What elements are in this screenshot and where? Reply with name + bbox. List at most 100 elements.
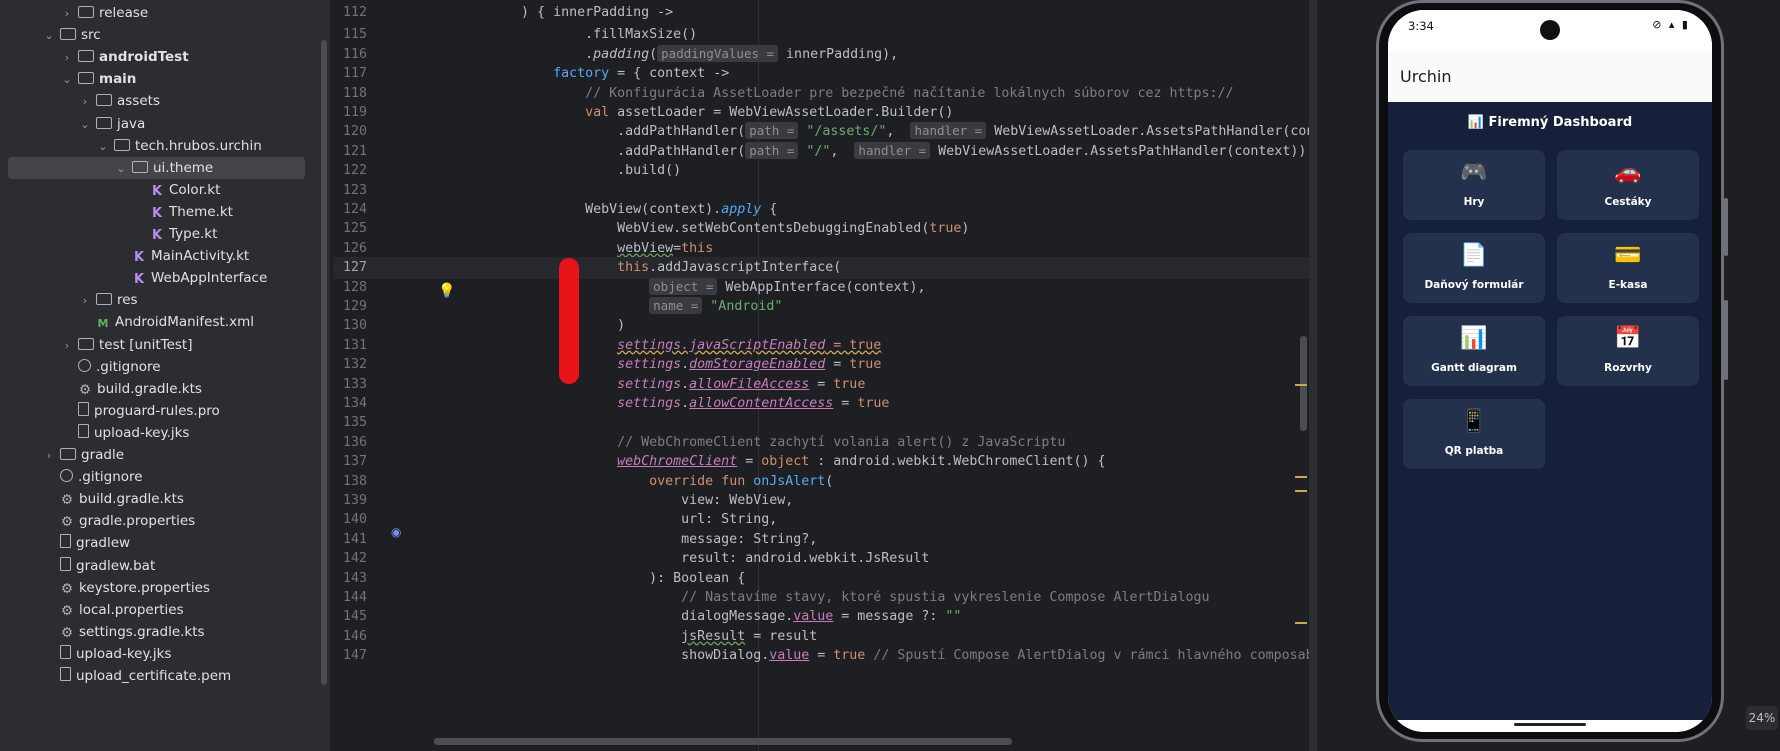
dashboard-card[interactable]: 📅 Rozvrhy [1557,316,1699,386]
tree-item[interactable]: ⚙ settings.gradle.kts [0,621,205,643]
dashboard-card[interactable]: 📄 Daňový formulár [1403,233,1545,303]
project-tree-scrollbar[interactable] [321,40,327,685]
chevron-right-icon[interactable]: › [78,290,92,312]
tree-item[interactable]: upload_certificate.pem [0,665,231,687]
tree-item[interactable]: upload-key.jks [0,643,171,665]
tree-item[interactable]: gradlew.bat [0,555,155,577]
card-label: Gantt diagram [1431,362,1517,374]
code-token: padding [593,46,650,62]
chevron-right-icon[interactable]: › [60,47,74,69]
chevron-right-icon[interactable]: › [60,335,74,357]
tree-item[interactable]: proguard-rules.pro [0,400,220,422]
tree-item[interactable]: upload-key.jks [0,422,189,444]
code-token: = result [745,628,818,644]
tree-item[interactable]: gradlew [0,532,130,554]
tree-item[interactable]: ⚙ keystore.properties [0,577,210,599]
tree-item[interactable]: ⚙ build.gradle.kts [0,488,184,510]
tree-item[interactable]: K MainActivity.kt [0,245,249,267]
tree-item[interactable]: ⌄ tech.hrubos.urchin [0,135,261,158]
tree-item[interactable]: ⌄ java [0,113,145,135]
tree-item[interactable]: ⚙ build.gradle.kts [0,378,202,400]
tree-item[interactable]: K Color.kt [0,179,220,201]
code-editor[interactable]: 112 ) { innerPadding -> 115 .fillMaxSize(… [333,0,1362,751]
tree-item[interactable]: M AndroidManifest.xml [0,311,254,333]
tree-item-label: build.gradle.kts [79,491,184,508]
phone-volume-button[interactable] [1724,198,1728,256]
gesture-bar [1388,720,1712,732]
tree-item[interactable]: ⌄ src [0,24,100,47]
tree-item[interactable]: › androidTest [0,46,189,68]
warning-stripe-mark[interactable] [1295,476,1307,478]
dashboard-card[interactable]: 📊 Gantt diagram [1403,316,1545,386]
code-token: ( [649,46,658,62]
tree-item-label: gradlew.bat [76,557,156,574]
code-line[interactable]: 112 ) { innerPadding -> [333,2,1309,24]
chevron-right-icon[interactable]: › [42,445,56,467]
tree-item[interactable]: .gitignore [0,466,143,488]
phone-power-button[interactable] [1724,300,1728,380]
warning-stripe-mark[interactable] [1295,490,1307,492]
phone-screen[interactable]: 3:34 ⊘ ▴ ▮ Urchin 📊 Firemný Dashboard 🎮 H… [1388,10,1712,732]
card-emoji-icon: 🎮 [1460,160,1488,185]
code-line[interactable]: 147 showDialog.value = true // Spustí Co… [333,645,1330,667]
chevron-right-icon[interactable]: › [60,3,74,25]
chevron-down-icon[interactable]: ⌄ [60,69,74,91]
editor-horizontal-scrollbar[interactable] [434,738,1012,745]
tree-item[interactable]: › test [unitTest] [0,334,193,356]
tree-item[interactable]: K Theme.kt [0,201,233,223]
tree-item[interactable]: ⌄ main [0,68,136,90]
code-token: = message ?: [833,609,946,625]
kt-icon: K [133,250,145,266]
chevron-down-icon[interactable]: ⌄ [114,158,128,180]
dashboard-card[interactable]: 🎮 Hry [1403,150,1545,220]
parameter-hint: object = [649,277,718,295]
tree-item-label: keystore.properties [79,579,210,596]
code-token: override fun [649,473,746,489]
tree-item[interactable]: › assets [0,90,160,112]
tree-item[interactable]: › res [0,289,138,311]
tree-item-label: gradlew [76,535,131,552]
tree-item[interactable]: .gitignore [0,356,161,378]
code-token: this [681,240,714,256]
parameter-hint: path = [745,122,799,140]
dashboard-card[interactable]: 📱 QR platba [1403,399,1545,469]
code-token: true [833,376,866,392]
webview-content[interactable]: 📊 Firemný Dashboard 🎮 Hry 🚗 Cestáky 📄 Daňový … [1388,102,1712,720]
kt-icon: K [151,183,163,199]
status-icons: ⊘ ▴ ▮ [1652,18,1690,31]
zoom-level-badge[interactable]: 24% [1746,706,1778,730]
chevron-down-icon[interactable]: ⌄ [42,25,56,47]
code-token: // Konfigurácia AssetLoader pre bezpečné… [457,85,1234,101]
camera-cutout [1540,20,1560,40]
folder-icon [78,50,94,63]
tree-item[interactable]: › gradle [0,444,124,466]
dashboard-card[interactable]: 🚗 Cestáky [1557,150,1699,220]
panel-divider[interactable] [1309,0,1317,751]
tree-item[interactable]: ⚙ gradle.properties [0,510,195,532]
chevron-right-icon[interactable]: › [78,91,92,113]
ign-icon [78,358,91,372]
code-token: = [809,648,834,664]
gear-icon: ⚙ [78,381,92,398]
tree-item[interactable]: K WebAppInterface [0,267,267,289]
tree-item[interactable]: › release [0,2,148,24]
dashboard-card[interactable]: 💳 E-kasa [1557,233,1699,303]
tree-item[interactable]: K Type.kt [0,223,217,245]
lightbulb-icon[interactable]: 💡 [438,283,455,299]
home-indicator[interactable] [1514,723,1586,726]
card-label: QR platba [1444,445,1504,457]
warning-stripe-mark[interactable] [1295,622,1307,624]
code-token: this [617,260,650,276]
warning-stripe-mark[interactable] [1295,384,1307,386]
tree-item[interactable]: ⚙ local.properties [0,599,184,621]
implementation-gutter-icon[interactable]: ◉ [391,525,401,539]
tree-item[interactable]: ⌄ ui.theme [8,156,305,180]
card-label: Daňový formulár [1424,279,1524,291]
tree-item-label: Color.kt [169,181,221,198]
chevron-down-icon[interactable]: ⌄ [78,114,92,136]
card-label: E-kasa [1608,279,1648,291]
chevron-down-icon[interactable]: ⌄ [96,136,110,158]
